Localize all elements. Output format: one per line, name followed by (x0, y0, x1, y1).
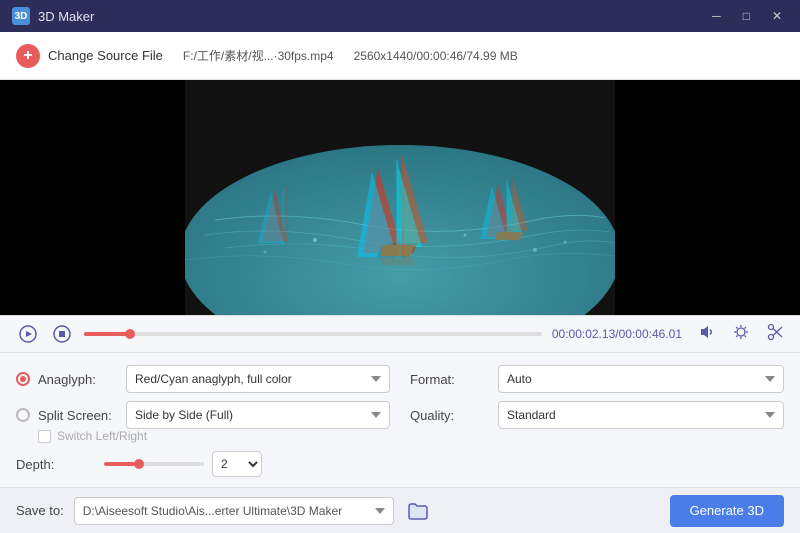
maximize-button[interactable]: □ (737, 7, 756, 25)
close-button[interactable]: ✕ (766, 7, 788, 25)
progress-fill (84, 332, 130, 336)
anaglyph-radio[interactable] (16, 372, 30, 386)
change-source-button[interactable]: + Change Source File (16, 44, 163, 68)
volume-button[interactable] (698, 323, 716, 345)
minimize-button[interactable]: ─ (706, 7, 727, 25)
split-label: Split Screen: (38, 408, 118, 423)
generate-button[interactable]: Generate 3D (670, 495, 784, 527)
time-display: 00:00:02.13/00:00:46.01 (552, 327, 682, 341)
right-controls: Format: Auto Quality: Standard (410, 365, 784, 477)
video-preview (185, 80, 615, 315)
stop-button[interactable] (50, 322, 74, 346)
switch-label: Switch Left/Right (57, 429, 147, 443)
quality-select[interactable]: Standard (498, 401, 784, 429)
file-meta: 2560x1440/00:00:46/74.99 MB (354, 49, 518, 63)
switch-checkbox[interactable] (38, 430, 51, 443)
change-source-label: Change Source File (48, 48, 163, 63)
app-title: 3D Maker (38, 9, 94, 24)
browse-folder-button[interactable] (404, 497, 432, 525)
split-radio[interactable] (16, 408, 30, 422)
progress-knob[interactable] (125, 329, 135, 339)
window-controls: ─ □ ✕ (706, 7, 788, 25)
video-canvas (185, 80, 615, 315)
title-bar: 3D 3D Maker ─ □ ✕ (0, 0, 800, 32)
video-preview-area (0, 80, 800, 315)
left-controls: Anaglyph: Red/Cyan anaglyph, full color … (16, 365, 390, 477)
anaglyph-select[interactable]: Red/Cyan anaglyph, full color (126, 365, 390, 393)
format-label: Format: (410, 372, 490, 387)
save-path-select[interactable]: D:\Aiseesoft Studio\Ais...erter Ultimate… (74, 497, 394, 525)
play-button[interactable] (16, 322, 40, 346)
settings-button[interactable] (732, 323, 750, 345)
split-select[interactable]: Side by Side (Full) (126, 401, 390, 429)
format-select[interactable]: Auto (498, 365, 784, 393)
app-icon: 3D (12, 7, 30, 25)
save-label: Save to: (16, 503, 64, 518)
format-row: Format: Auto (410, 365, 784, 393)
bottom-bar: Save to: D:\Aiseesoft Studio\Ais...erter… (0, 487, 800, 533)
quality-label: Quality: (410, 408, 490, 423)
progress-bar[interactable] (84, 332, 542, 336)
anaglyph-row: Anaglyph: Red/Cyan anaglyph, full color (16, 365, 390, 393)
depth-label: Depth: (16, 457, 96, 472)
controls-area: Anaglyph: Red/Cyan anaglyph, full color … (0, 353, 800, 487)
depth-slider[interactable] (104, 462, 204, 466)
depth-select[interactable]: 2 (212, 451, 262, 477)
top-toolbar: + Change Source File F:/工作/素材/视...·30fps… (0, 32, 800, 80)
depth-row: Depth: 2 (16, 451, 390, 477)
depth-knob[interactable] (134, 459, 144, 469)
anaglyph-label: Anaglyph: (38, 372, 118, 387)
file-path: F:/工作/素材/视...·30fps.mp4 (183, 47, 334, 64)
quality-row: Quality: Standard (410, 401, 784, 429)
cut-button[interactable] (766, 323, 784, 345)
split-screen-row: Split Screen: Side by Side (Full) (16, 401, 390, 429)
add-icon: + (16, 44, 40, 68)
transport-bar: 00:00:02.13/00:00:46.01 (0, 315, 800, 353)
switch-row: Switch Left/Right (38, 429, 390, 443)
